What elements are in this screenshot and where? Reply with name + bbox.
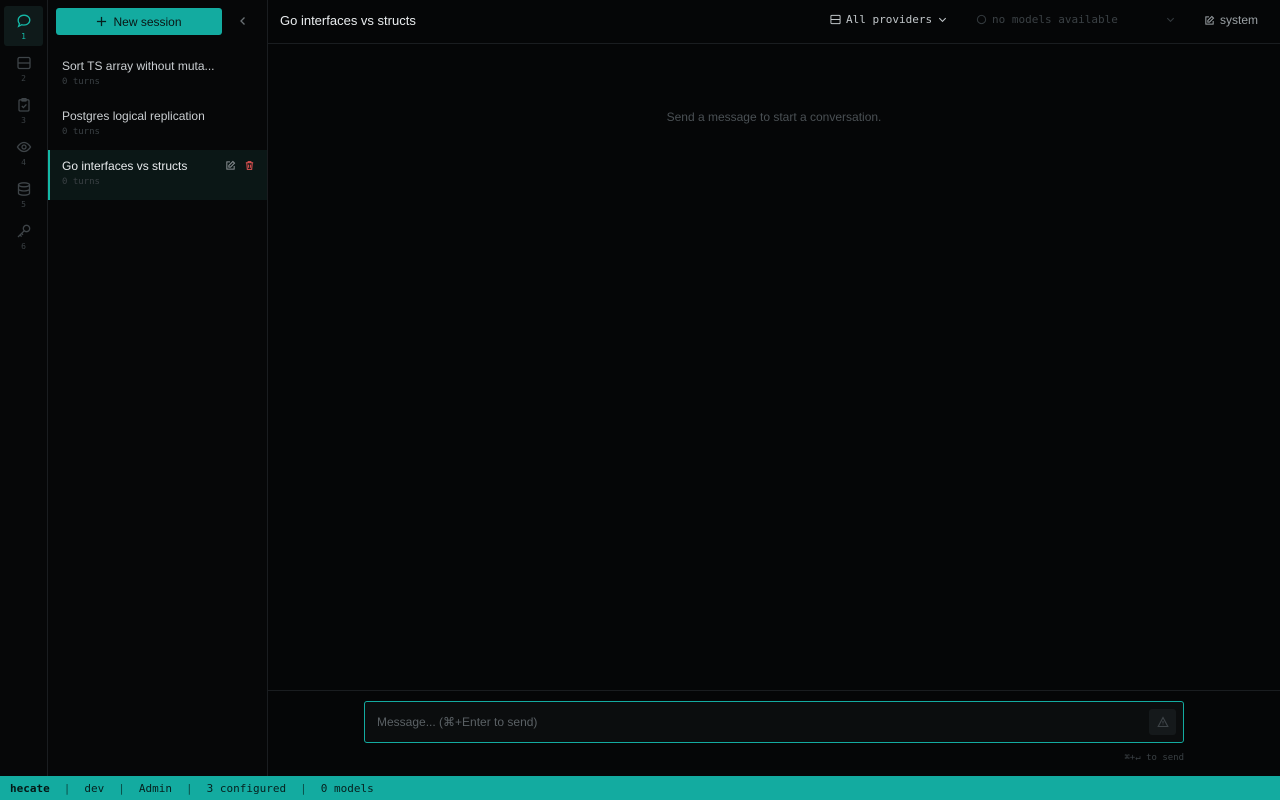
rail-item-number: 3 (21, 116, 26, 125)
chevron-down-icon (938, 17, 947, 23)
rail-item-database[interactable]: 5 (4, 174, 43, 214)
page-title: Go interfaces vs structs (280, 13, 416, 28)
database-icon (17, 182, 30, 196)
session-title: Postgres logical replication (62, 109, 205, 123)
server-icon (16, 56, 31, 70)
clipboard-check-icon (17, 97, 30, 112)
separator: | (63, 781, 71, 795)
rename-session-button[interactable] (225, 160, 236, 171)
session-item[interactable]: Sort TS array without muta... 0 turns (48, 50, 267, 100)
separator: | (118, 781, 125, 795)
rail-item-number: 4 (21, 158, 26, 167)
model-select[interactable]: no models available (976, 13, 1176, 26)
rail-item-observe[interactable]: 4 (4, 132, 43, 172)
server-icon (830, 14, 841, 25)
delete-session-button[interactable] (244, 160, 255, 171)
trash-icon (245, 161, 254, 170)
session-turns: 0 turns (62, 127, 100, 137)
chevron-down-icon (1166, 17, 1175, 23)
session-title: Go interfaces vs structs (62, 159, 188, 173)
rail-item-number: 5 (21, 200, 26, 209)
send-icon (1156, 716, 1169, 728)
send-button[interactable] (1149, 709, 1176, 735)
separator: | (186, 781, 193, 795)
status-bar: hecate | dev | Admin | 3 configured | 0 … (0, 776, 1280, 800)
composer (364, 701, 1184, 743)
icon-rail: 1 2 3 4 5 6 (0, 0, 48, 776)
plus-icon (97, 16, 107, 27)
session-actions (225, 160, 255, 171)
session-item[interactable]: Postgres logical replication 0 turns (48, 100, 267, 150)
user-label: Admin (138, 781, 172, 795)
session-turns: 0 turns (62, 177, 100, 187)
sessions-panel: New session Sort TS array without muta..… (48, 0, 268, 776)
rail-item-keys[interactable]: 6 (4, 216, 43, 256)
circle-icon (976, 14, 987, 25)
collapse-sidebar-button[interactable] (234, 12, 252, 30)
chat-header: Go interfaces vs structs All providers n… (268, 0, 1280, 44)
edit-icon (226, 160, 236, 170)
env-label: dev (84, 781, 105, 795)
app-name: hecate (10, 781, 50, 795)
message-input[interactable] (365, 702, 1135, 742)
edit-icon (1205, 15, 1215, 25)
models-count: 0 models (320, 781, 374, 795)
chevron-left-icon (240, 17, 245, 25)
system-label: system (1220, 13, 1259, 27)
providers-dropdown[interactable]: All providers (830, 13, 948, 26)
rail-item-tasks[interactable]: 3 (4, 90, 43, 130)
session-turns: 0 turns (62, 77, 100, 87)
separator: | (300, 781, 307, 795)
key-icon (17, 224, 30, 238)
system-prompt-button[interactable]: system (1204, 13, 1258, 27)
rail-item-chat[interactable]: 1 (4, 6, 43, 46)
send-hint: ⌘+↵ to send (1124, 753, 1184, 763)
rail-item-servers[interactable]: 2 (4, 48, 43, 88)
chat-main: Go interfaces vs structs All providers n… (268, 0, 1280, 776)
chat-bubble-icon (16, 14, 30, 28)
providers-label: All providers (846, 13, 933, 26)
eye-icon (16, 141, 31, 153)
new-session-label: New session (113, 14, 182, 29)
session-item-active[interactable]: Go interfaces vs structs 0 turns (48, 150, 267, 200)
rail-item-number: 2 (21, 74, 26, 83)
rail-item-number: 1 (21, 32, 26, 41)
configured-count: 3 configured (206, 781, 287, 795)
session-title: Sort TS array without muta... (62, 59, 215, 73)
composer-bar: ⌘+↵ to send (268, 690, 1280, 776)
model-select-label: no models available (992, 13, 1118, 26)
new-session-button[interactable]: New session (56, 8, 222, 35)
rail-item-number: 6 (21, 242, 26, 251)
empty-conversation-message: Send a message to start a conversation. (666, 110, 882, 124)
